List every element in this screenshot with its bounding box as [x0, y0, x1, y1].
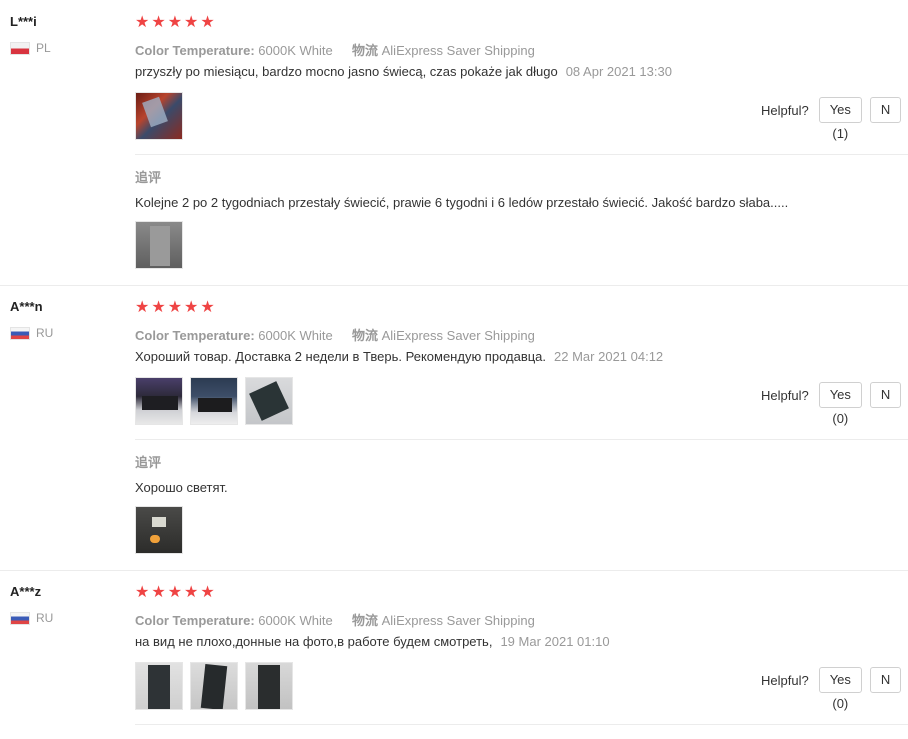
review-properties: Color Temperature: 6000K White 物流 AliExp… [135, 40, 535, 59]
followup-divider [135, 724, 908, 725]
followup-photos [135, 506, 190, 554]
review-date: 19 Mar 2021 01:10 [500, 634, 610, 649]
star-icon: ★ [135, 14, 151, 31]
star-icon: ★ [200, 299, 216, 316]
reviewer-country: RU [10, 611, 53, 625]
flag-pl-icon [10, 41, 30, 55]
star-icon: ★ [167, 299, 184, 316]
review-text: przyszły po miesiącu, bardzo mocno jasno… [135, 64, 672, 79]
helpful-yes-button[interactable]: Yes (1) [818, 97, 862, 141]
color-temp-label: Color Temperature: [135, 613, 255, 628]
review-photo[interactable] [190, 377, 238, 425]
star-icon: ★ [151, 584, 167, 601]
review-properties: Color Temperature: 6000K White 物流 AliExp… [135, 610, 535, 629]
star-icon: ★ [184, 584, 200, 601]
review-photo[interactable] [190, 662, 238, 710]
star-rating: ★★★★★ [135, 584, 217, 602]
helpful-yes-button[interactable]: Yes (0) [818, 382, 862, 426]
followup-photo[interactable] [135, 506, 183, 554]
shipping-value: AliExpress Saver Shipping [381, 43, 535, 58]
star-rating: ★★★★★ [135, 299, 217, 317]
review-text: Хороший товар. Доставка 2 недели в Тверь… [135, 349, 663, 364]
reviewer-name: A***n [10, 299, 43, 314]
color-temp-value: 6000K White [258, 613, 333, 628]
followup-divider [135, 154, 908, 155]
followup-label: 追评 [135, 455, 162, 470]
review-photo[interactable] [135, 92, 183, 140]
star-icon: ★ [184, 14, 200, 31]
helpful-yes-button[interactable]: Yes (0) [818, 667, 862, 711]
review-photo[interactable] [245, 662, 293, 710]
followup-photo[interactable] [135, 221, 183, 269]
followup-label: 追评 [135, 170, 162, 185]
review-photos [135, 662, 300, 710]
star-icon: ★ [184, 299, 200, 316]
color-temp-label: Color Temperature: [135, 328, 255, 343]
review-body: Хороший товар. Доставка 2 недели в Тверь… [135, 349, 547, 364]
helpful-no-button[interactable]: N [869, 667, 902, 693]
flag-ru-icon [10, 611, 30, 625]
star-rating: ★★★★★ [135, 14, 217, 32]
star-icon: ★ [135, 299, 151, 316]
followup-text: Kolejne 2 po 2 tygodniach przestały świe… [135, 195, 789, 210]
review-photo[interactable] [245, 377, 293, 425]
star-icon: ★ [151, 14, 167, 31]
star-icon: ★ [200, 14, 216, 31]
shipping-label: 物流 [351, 328, 378, 343]
helpful-controls: Helpful? Yes (0) N [761, 667, 908, 711]
star-icon: ★ [135, 584, 151, 601]
color-temp-label: Color Temperature: [135, 43, 255, 58]
star-icon: ★ [167, 584, 184, 601]
star-icon: ★ [167, 14, 184, 31]
color-temp-value: 6000K White [258, 328, 333, 343]
review-photos [135, 377, 300, 425]
followup-text: Хорошо светят. [135, 480, 228, 495]
review-photo[interactable] [135, 662, 183, 710]
review-date: 22 Mar 2021 04:12 [554, 349, 664, 364]
helpful-label: Helpful? [761, 672, 809, 688]
followup-photos [135, 221, 190, 269]
flag-ru-icon [10, 326, 30, 340]
review-body: на вид не плохо,донные на фото,в работе … [135, 634, 493, 649]
helpful-controls: Helpful? Yes (1) N [761, 97, 908, 141]
country-code: PL [36, 41, 51, 55]
review-photo[interactable] [135, 377, 183, 425]
country-code: RU [36, 611, 54, 625]
country-code: RU [36, 326, 54, 340]
reviewer-country: PL [10, 41, 51, 55]
reviewer-country: RU [10, 326, 53, 340]
review-properties: Color Temperature: 6000K White 物流 AliExp… [135, 325, 535, 344]
reviewer-name: A***z [10, 584, 42, 599]
helpful-label: Helpful? [761, 387, 809, 403]
review-body: przyszły po miesiącu, bardzo mocno jasno… [135, 64, 558, 79]
review-item: A***z RU ★★★★★ Color Temperature: 6000K … [0, 570, 908, 739]
review-item: A***n RU ★★★★★ Color Temperature: 6000K … [0, 285, 908, 571]
helpful-no-button[interactable]: N [869, 382, 902, 408]
followup-divider [135, 439, 908, 440]
review-photos [135, 92, 190, 140]
review-item: L***i PL ★★★★★ Color Temperature: 6000K … [0, 0, 908, 286]
star-icon: ★ [151, 299, 167, 316]
review-date: 08 Apr 2021 13:30 [565, 64, 672, 79]
shipping-label: 物流 [351, 43, 378, 58]
shipping-value: AliExpress Saver Shipping [381, 328, 535, 343]
star-icon: ★ [200, 584, 216, 601]
shipping-label: 物流 [351, 613, 378, 628]
helpful-label: Helpful? [761, 102, 809, 118]
review-text: на вид не плохо,донные на фото,в работе … [135, 634, 610, 649]
helpful-no-button[interactable]: N [869, 97, 902, 123]
color-temp-value: 6000K White [258, 43, 333, 58]
reviewer-name: L***i [10, 14, 37, 29]
shipping-value: AliExpress Saver Shipping [381, 613, 535, 628]
helpful-controls: Helpful? Yes (0) N [761, 382, 908, 426]
